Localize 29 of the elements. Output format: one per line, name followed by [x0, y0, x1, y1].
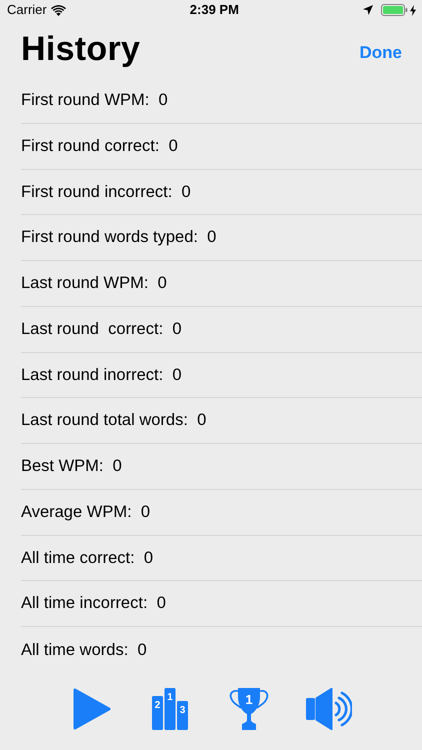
stat-label: Last round correct: 0 [21, 318, 182, 340]
stat-label: Last round WPM: 0 [21, 273, 167, 294]
stat-label: Average WPM: 0 [21, 502, 150, 523]
podium-number: 1 [167, 692, 173, 703]
location-arrow-icon [363, 5, 373, 15]
stat-label: First round WPM: 0 [21, 90, 168, 111]
toolbar-button[interactable]: 2 1 3 [131, 688, 209, 730]
trophy-number: 1 [245, 692, 253, 707]
stat-label: All time incorrect: 0 [21, 593, 166, 614]
stat-label: All time correct: 0 [21, 548, 154, 568]
page-title: History [21, 32, 140, 66]
stat-label: All time words: 0 [21, 640, 147, 660]
charging-bolt-icon [410, 4, 416, 16]
carrier-name: Carrier [7, 1, 47, 20]
stat-label: First round incorrect: 0 [21, 182, 191, 202]
podium-number: 2 [154, 700, 160, 711]
clock-time: 2:39 PM [190, 1, 239, 20]
done-button[interactable]: Done [360, 40, 402, 66]
stat-label: First round correct: 0 [21, 136, 178, 157]
stat-label: First round words typed: 0 [21, 227, 216, 248]
toolbar-button[interactable]: 1 [209, 686, 289, 731]
speaker-icon [306, 688, 352, 730]
play-icon [73, 688, 111, 730]
stat-label: Last round total words: 0 [21, 410, 206, 432]
podium-number: 3 [180, 704, 186, 716]
battery-icon [381, 4, 408, 16]
stat-label: Best WPM: 0 [21, 456, 122, 477]
stat-label: Last round inorrect: 0 [21, 364, 182, 386]
wifi-icon [50, 4, 66, 16]
